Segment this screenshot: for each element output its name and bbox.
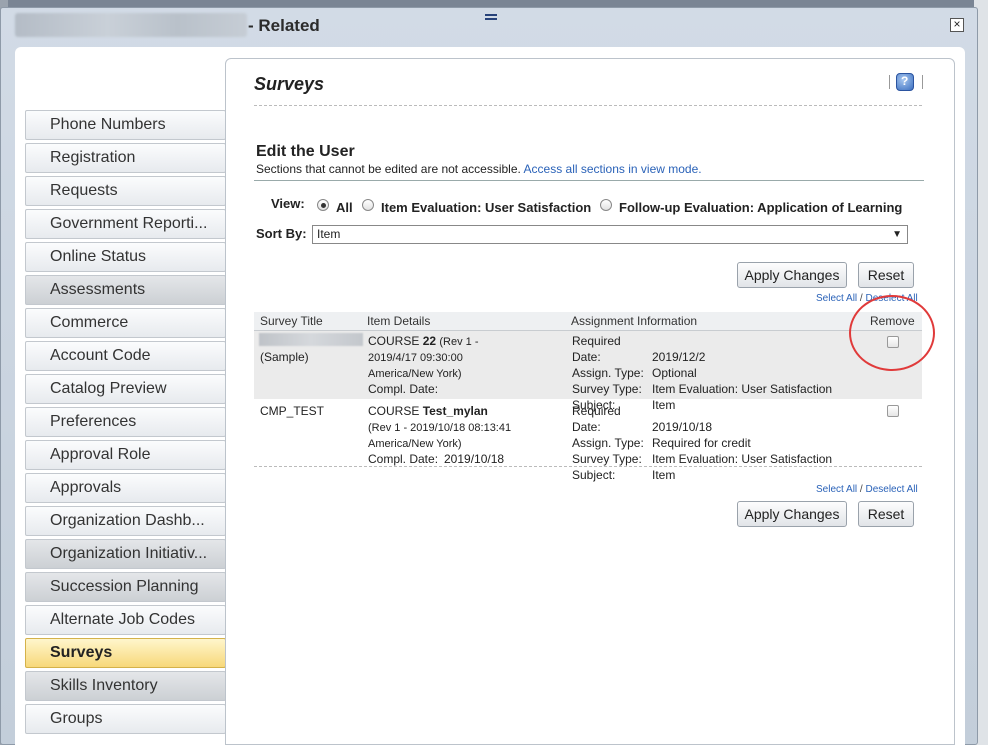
select-all-link[interactable]: Select All — [816, 293, 857, 304]
drag-handle-icon[interactable] — [485, 14, 497, 20]
sidebar-item-succession-planning[interactable]: Succession Planning — [25, 572, 226, 602]
view-radio-user-satisfaction[interactable] — [362, 199, 374, 211]
sidebar-item-phone-numbers[interactable]: Phone Numbers — [25, 110, 226, 140]
chevron-down-icon: ▼ — [892, 229, 902, 240]
assign-type-value: Required for credit — [652, 436, 751, 450]
view-option-follow-up[interactable]: Follow-up Evaluation: Application of Lea… — [619, 200, 902, 215]
assign-type-label: Assign. Type: — [572, 366, 644, 380]
dialog-titlebar: - Related × — [1, 8, 977, 44]
survey-title: CMP_TEST — [260, 404, 325, 418]
sort-label: Sort By: — [256, 226, 307, 241]
col-survey-title: Survey Title — [260, 314, 323, 328]
compl-date-label: Compl. Date: — [368, 452, 439, 466]
sort-value: Item — [317, 227, 341, 241]
item-details: COURSE 22 (Rev 1 - 2019/4/17 09:30:00 Am… — [368, 333, 508, 397]
col-assignment-info: Assignment Information — [571, 314, 698, 328]
sidebar-item-approval-role[interactable]: Approval Role — [25, 440, 226, 470]
survey-title: (Sample) — [260, 350, 309, 364]
sidebar-item-groups[interactable]: Groups — [25, 704, 226, 734]
title-divider — [254, 105, 922, 106]
sidebar-item-account-code[interactable]: Account Code — [25, 341, 226, 371]
required-date-label: Required Date: — [572, 404, 621, 434]
select-all-link[interactable]: Select All — [816, 484, 857, 495]
view-mode-link[interactable]: Access all sections in view mode. — [524, 162, 702, 176]
reset-button-top[interactable]: Reset — [858, 262, 914, 288]
section-title: Edit the User — [256, 143, 355, 160]
sidebar-item-assessments[interactable]: Assessments — [25, 275, 226, 305]
sidebar-item-organization-initiativ[interactable]: Organization Initiativ... — [25, 539, 226, 569]
sidebar-item-government-reporti[interactable]: Government Reporti... — [25, 209, 226, 239]
table-header: Survey Title Item Details Assignment Inf… — [254, 312, 922, 331]
course-prefix: COURSE — [368, 334, 420, 348]
required-date-label: Required Date: — [572, 334, 621, 364]
sidebar-item-surveys[interactable]: Surveys — [25, 638, 237, 668]
select-separator: / — [859, 484, 863, 495]
annotation-circle — [849, 295, 935, 371]
apply-changes-button-top[interactable]: Apply Changes — [737, 262, 847, 288]
course-prefix: COURSE — [368, 404, 420, 418]
compl-date-label: Compl. Date: — [368, 382, 439, 396]
view-radio-all[interactable] — [317, 199, 329, 211]
sidebar-item-registration[interactable]: Registration — [25, 143, 226, 173]
view-radio-follow-up[interactable] — [600, 199, 612, 211]
sidebar-item-approvals[interactable]: Approvals — [25, 473, 226, 503]
sidebar-item-preferences[interactable]: Preferences — [25, 407, 226, 437]
required-date-value: 2019/12/2 — [652, 350, 706, 364]
select-all-bottom: Select All / Deselect All — [816, 484, 918, 495]
sort-select[interactable]: Item ▼ — [312, 225, 908, 244]
apply-changes-button-bottom[interactable]: Apply Changes — [737, 501, 847, 527]
content-panel: Surveys Edit the User Sections that cann… — [225, 58, 955, 745]
table-row: (Sample) COURSE 22 (Rev 1 - 2019/4/17 09… — [254, 331, 922, 412]
deselect-all-link[interactable]: Deselect All — [865, 484, 917, 495]
col-item-details: Item Details — [367, 314, 431, 328]
course-revision: (Rev 1 - 2019/10/18 08:13:41 America/New… — [368, 422, 512, 450]
sidebar-item-requests[interactable]: Requests — [25, 176, 226, 206]
survey-type-value: Item Evaluation: User Satisfaction — [652, 452, 833, 466]
page-title: Surveys — [254, 74, 325, 94]
assign-type-value: Optional — [652, 366, 697, 380]
view-label: View: — [271, 196, 305, 211]
redacted-user-name — [15, 13, 247, 37]
course-name: 22 — [422, 334, 437, 348]
sidebar-item-alternate-job-codes[interactable]: Alternate Job Codes — [25, 605, 226, 635]
sidebar-item-skills-inventory[interactable]: Skills Inventory — [25, 671, 226, 701]
survey-type-label: Survey Type: — [572, 452, 642, 466]
course-name: Test_mylan — [422, 404, 488, 418]
section-divider — [254, 180, 924, 181]
note-text: Sections that cannot be edited are not a… — [256, 162, 521, 176]
close-button[interactable]: × — [950, 18, 964, 32]
compl-date-value: 2019/10/18 — [444, 452, 505, 466]
item-details: COURSE Test_mylan (Rev 1 - 2019/10/18 08… — [368, 403, 518, 467]
redacted-survey-title — [259, 333, 363, 346]
subject-label: Subject: — [572, 468, 616, 482]
select-separator: / — [859, 293, 863, 304]
subject-value: Item — [652, 468, 676, 482]
section-note: Sections that cannot be edited are not a… — [256, 162, 702, 176]
sidebar-item-catalog-preview[interactable]: Catalog Preview — [25, 374, 226, 404]
help-icon[interactable] — [896, 73, 914, 91]
survey-type-label: Survey Type: — [572, 382, 642, 396]
view-option-all[interactable]: All — [336, 200, 353, 215]
sidebar-item-commerce[interactable]: Commerce — [25, 308, 226, 338]
dialog-title: - Related — [248, 16, 320, 35]
table-row: CMP_TEST COURSE Test_mylan (Rev 1 - 2019… — [254, 401, 922, 482]
assignment-info: Required Date: 2019/10/18 Assign. Type: Re… — [572, 403, 872, 483]
sidebar-item-online-status[interactable]: Online Status — [25, 242, 226, 272]
survey-type-value: Item Evaluation: User Satisfaction — [652, 382, 833, 396]
sidebar-nav: Phone Numbers Registration Requests Governm… — [25, 110, 237, 737]
assign-type-label: Assign. Type: — [572, 436, 644, 450]
required-date-value: 2019/10/18 — [652, 420, 713, 434]
remove-checkbox[interactable] — [887, 405, 899, 417]
reset-button-bottom[interactable]: Reset — [858, 501, 914, 527]
sidebar-item-organization-dashb[interactable]: Organization Dashb... — [25, 506, 226, 536]
view-option-user-satisfaction[interactable]: Item Evaluation: User Satisfaction — [381, 200, 591, 215]
